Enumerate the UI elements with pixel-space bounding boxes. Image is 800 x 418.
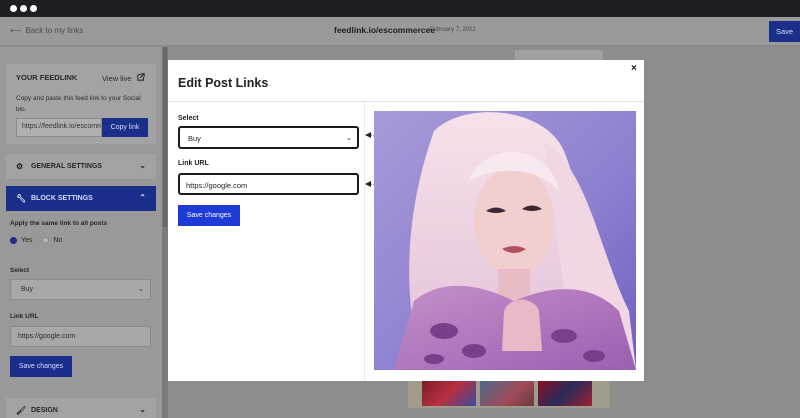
back-link[interactable]: ⟵ Back to my links (10, 26, 83, 35)
brush-icon: 🖌︎ (16, 406, 27, 415)
modal-link-url-field[interactable]: https://google.com (178, 173, 359, 195)
feedlink-card: YOUR FEEDLINK View live Copy and paste t… (6, 64, 156, 144)
modal-type-select-value: Buy (188, 134, 201, 143)
window-dot-icon (30, 5, 37, 12)
chevron-down-icon: ⌄ (138, 286, 144, 293)
post-image (374, 111, 636, 370)
sidebar-scroll-thumb[interactable] (163, 47, 167, 227)
link-url-label: Link URL (10, 313, 39, 320)
chevron-down-icon: ⌄ (139, 405, 146, 414)
modal-type-select[interactable]: Buy ⌄ (178, 126, 359, 149)
view-live-link[interactable]: View live (102, 73, 145, 83)
select-label: Select (10, 267, 30, 274)
general-settings-label: GENERAL SETTINGS (31, 163, 103, 170)
modal-select-label: Select (178, 115, 199, 122)
arrow-left-icon: ⟵ (10, 26, 22, 35)
feedlink-url-field[interactable]: https://feedlink.io/escommercee (16, 118, 102, 137)
window-dot-icon (10, 5, 17, 12)
copy-link-button[interactable]: Copy link (102, 118, 148, 137)
wrench-icon: 🔧︎ (16, 194, 27, 203)
modal-save-changes-button[interactable]: Save changes (178, 205, 240, 226)
top-nav: ⟵ Back to my links feedlink.io/escommerce… (0, 17, 800, 46)
radio-no[interactable]: No (42, 237, 62, 244)
window-titlebar (0, 0, 800, 17)
modal-title: Edit Post Links (178, 76, 269, 90)
edit-post-links-modal: Edit Post Links × Select Buy ⌄ Link URL … (168, 60, 644, 381)
block-settings-label: BLOCK SETTINGS (31, 195, 93, 202)
radio-yes[interactable]: Yes (10, 237, 32, 244)
radio-checked-icon (10, 237, 17, 244)
chevron-down-icon: ⌄ (346, 135, 352, 142)
view-live-label: View live (102, 74, 132, 83)
type-select[interactable]: Buy ⌄ (10, 279, 151, 300)
post-thumbnail[interactable] (422, 380, 476, 406)
post-thumbnails (408, 378, 610, 408)
apply-all-radio-group: Yes No (10, 237, 62, 244)
external-link-icon (136, 73, 145, 83)
apply-all-label: Apply the same link to all posts (10, 220, 108, 227)
feedlink-title: YOUR FEEDLINK (16, 73, 78, 82)
radio-no-label: No (53, 237, 63, 245)
radio-unchecked-icon (42, 237, 50, 244)
post-thumbnail[interactable] (538, 380, 592, 406)
site-date: February 7, 2022 (430, 27, 476, 33)
link-url-field[interactable]: https://google.com (10, 326, 151, 347)
post-thumbnail[interactable] (480, 380, 534, 406)
general-settings-header[interactable]: ⚙ GENERAL SETTINGS ⌄ (6, 154, 156, 179)
back-link-label: Back to my links (25, 26, 84, 35)
feedlink-description: Copy and paste this feed link to your So… (16, 95, 141, 113)
radio-yes-label: Yes (21, 237, 33, 245)
site-title: feedlink.io/escommercee (334, 25, 436, 35)
design-header[interactable]: 🖌︎ DESIGN ⌄ (6, 398, 156, 418)
gear-icon: ⚙ (16, 162, 24, 171)
sidebar: YOUR FEEDLINK View live Copy and paste t… (0, 47, 162, 418)
design-label: DESIGN (31, 407, 58, 414)
type-select-value: Buy (21, 286, 34, 293)
save-changes-button[interactable]: Save changes (10, 356, 72, 377)
modal-divider (168, 101, 644, 102)
chevron-down-icon: ⌄ (139, 161, 146, 170)
window-dot-icon (20, 5, 27, 12)
close-icon[interactable]: × (631, 63, 637, 74)
chevron-up-icon: ⌃ (139, 193, 146, 202)
modal-link-url-label: Link URL (178, 160, 209, 167)
block-settings-header[interactable]: 🔧︎ BLOCK SETTINGS ⌃ (6, 186, 156, 211)
save-button[interactable]: Save (769, 21, 800, 42)
